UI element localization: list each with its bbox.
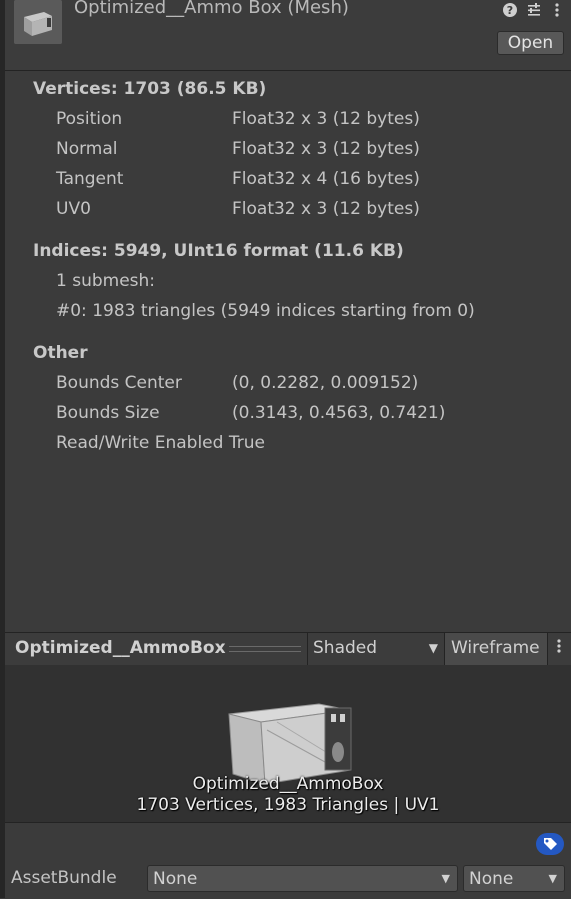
more-icon[interactable]: [553, 0, 561, 22]
chevron-down-icon: ▼: [428, 641, 438, 655]
submesh-count: 1 submesh:: [56, 271, 156, 291]
drag-handle[interactable]: [229, 646, 301, 652]
attribute-format: Float32 x 3 (12 bytes): [232, 139, 420, 159]
bounds-center-value: (0, 0.2282, 0.009152): [232, 373, 419, 393]
preview-more-icon[interactable]: [555, 637, 563, 660]
inspector-header: Optimized__Ammo Box (Mesh) ? Open: [5, 0, 571, 71]
attribute-format: Float32 x 4 (16 bytes): [232, 169, 420, 189]
preview-title[interactable]: Optimized__AmmoBox: [15, 638, 226, 658]
assetbundle-variant-value: None: [469, 869, 514, 889]
vertices-heading: Vertices: 1703 (86.5 KB): [33, 79, 267, 99]
open-button[interactable]: Open: [497, 31, 564, 55]
asset-title: Optimized__Ammo Box (Mesh): [74, 0, 349, 18]
mesh-info-panel: Vertices: 1703 (86.5 KB) Position Float3…: [5, 71, 571, 631]
shading-dropdown[interactable]: Shaded ▼: [307, 633, 444, 665]
svg-text:?: ?: [507, 4, 513, 17]
attribute-name: Normal: [56, 139, 118, 159]
assetbundle-label: AssetBundle: [11, 868, 117, 888]
bounds-size-value: (0.3143, 0.4563, 0.7421): [232, 403, 446, 423]
preview-caption-name: Optimized__AmmoBox: [192, 774, 384, 794]
read-write-row: Read/Write Enabled True: [56, 433, 265, 453]
submesh-row: #0: 1983 triangles (5949 indices startin…: [56, 301, 475, 321]
preview-toolbar: Optimized__AmmoBox Shaded ▼ Wireframe: [5, 632, 571, 666]
chevron-down-icon: ▼: [548, 872, 557, 885]
wireframe-toggle[interactable]: Wireframe: [444, 633, 548, 665]
mesh-preview-viewport[interactable]: Optimized__AmmoBox 1703 Vertices, 1983 T…: [5, 665, 571, 822]
shading-mode-value: Shaded: [313, 638, 378, 658]
chevron-down-icon: ▼: [441, 872, 450, 885]
other-heading: Other: [33, 343, 88, 363]
tag-icon[interactable]: [536, 833, 564, 855]
asset-labels-footer: AssetBundle None ▼ None ▼: [5, 822, 571, 899]
help-icon[interactable]: ?: [502, 0, 518, 22]
mesh-icon: [14, 0, 62, 44]
attribute-name: Tangent: [56, 169, 124, 189]
preset-icon[interactable]: [526, 0, 542, 22]
attribute-name: Position: [56, 109, 123, 129]
bounds-size-label: Bounds Size: [56, 403, 160, 423]
attribute-name: UV0: [56, 199, 91, 219]
bounds-center-label: Bounds Center: [56, 373, 182, 393]
assetbundle-name-dropdown[interactable]: None ▼: [147, 865, 458, 892]
attribute-format: Float32 x 3 (12 bytes): [232, 199, 420, 219]
assetbundle-variant-dropdown[interactable]: None ▼: [463, 865, 565, 892]
indices-heading: Indices: 5949, UInt16 format (11.6 KB): [33, 241, 404, 261]
assetbundle-name-value: None: [153, 869, 198, 889]
preview-caption-stats: 1703 Vertices, 1983 Triangles | UV1: [136, 795, 440, 815]
wireframe-label: Wireframe: [451, 638, 540, 658]
attribute-format: Float32 x 3 (12 bytes): [232, 109, 420, 129]
